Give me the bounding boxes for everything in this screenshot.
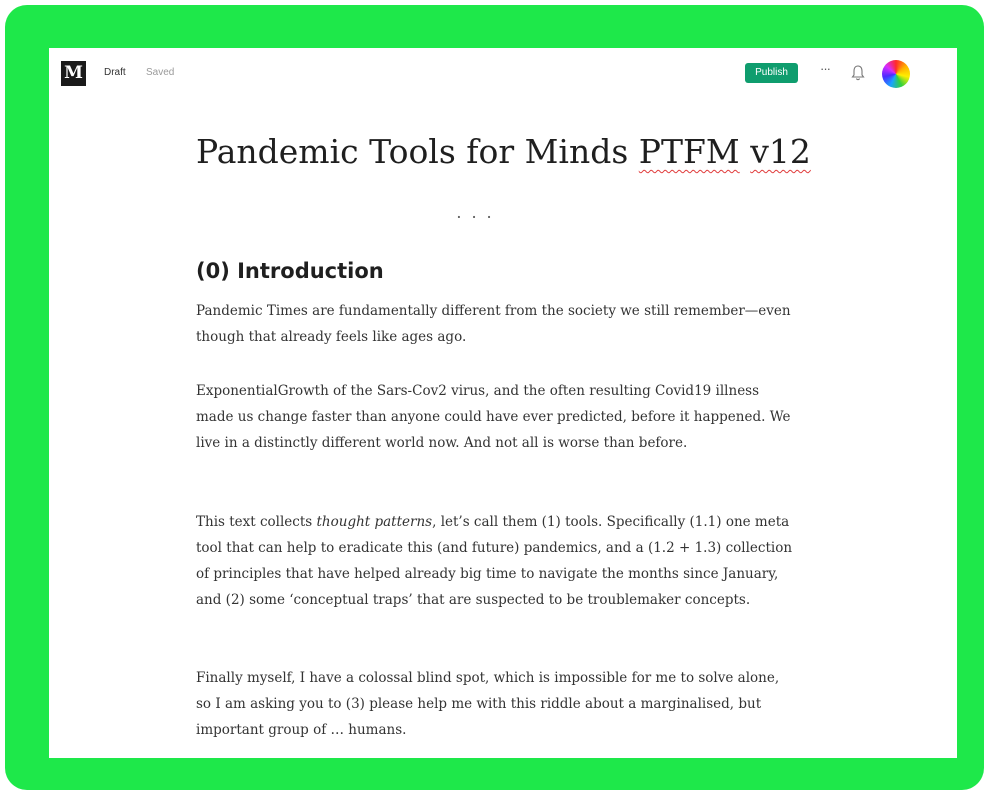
avatar[interactable] xyxy=(882,60,910,88)
draft-status: Draft xyxy=(104,67,126,78)
editor-page: M Draft Saved Publish ··· Pandemic Tools… xyxy=(49,48,957,758)
medium-logo[interactable]: M xyxy=(61,61,86,86)
paragraph-4[interactable]: Finally myself, I have a colossal blind … xyxy=(196,665,796,743)
saved-status: Saved xyxy=(146,67,175,78)
section-separator: ... xyxy=(456,203,502,222)
paragraph-3-emphasis: thought patterns xyxy=(316,514,433,530)
paragraph-3-start: This text collects xyxy=(196,514,317,530)
paragraph-3[interactable]: This text collects thought patterns, let… xyxy=(196,509,796,613)
publish-button[interactable]: Publish xyxy=(745,63,798,83)
title-acronym: PTFM xyxy=(638,132,740,171)
title-version: v12 xyxy=(750,132,811,171)
title-main: Pandemic Tools for Minds xyxy=(196,132,639,171)
bell-icon[interactable] xyxy=(851,64,865,82)
more-icon[interactable]: ··· xyxy=(820,61,831,76)
paragraph-1[interactable]: Pandemic Times are fundamentally differe… xyxy=(196,298,796,350)
article-title[interactable]: Pandemic Tools for Minds PTFM v12 xyxy=(196,130,816,174)
paragraph-2[interactable]: ExponentialGrowth of the Sars-Cov2 virus… xyxy=(196,378,796,456)
section-heading[interactable]: (0) Introduction xyxy=(196,259,384,283)
